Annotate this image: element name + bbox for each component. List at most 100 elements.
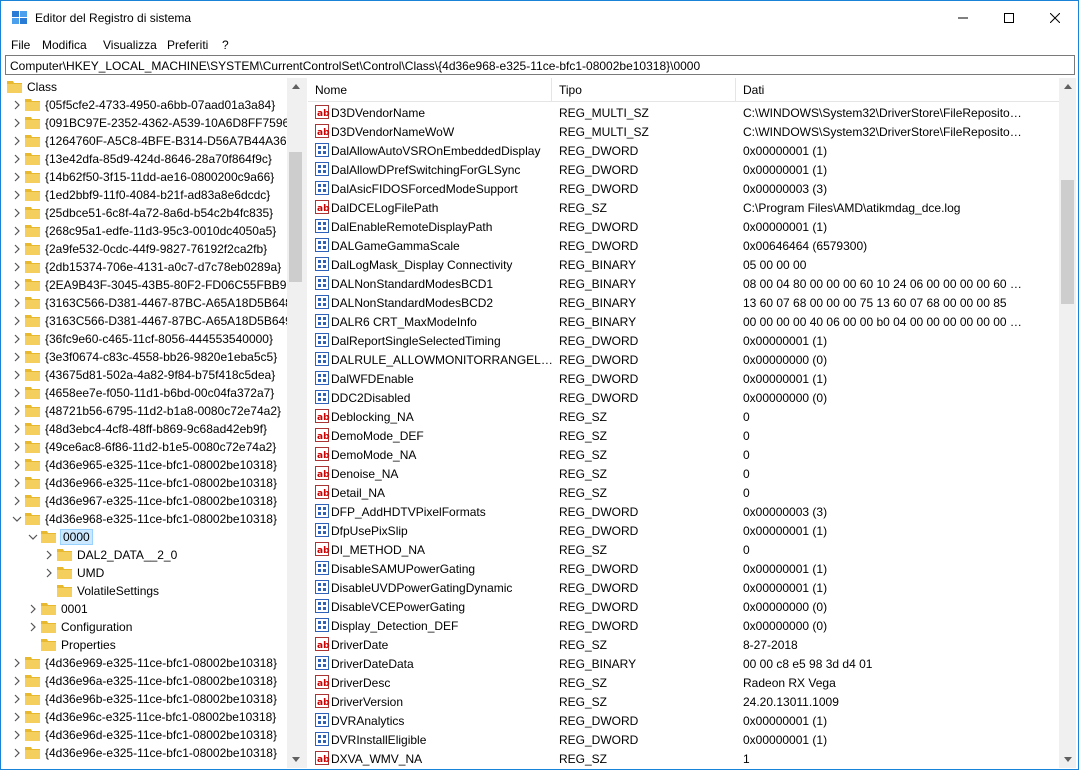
chevron-right-icon[interactable] bbox=[11, 476, 23, 490]
value-row[interactable]: ab Deblocking_NA REG_SZ 0 bbox=[308, 407, 1059, 426]
tree-item[interactable]: VolatileSettings bbox=[5, 582, 287, 600]
values-list-pane[interactable]: Nome Tipo Dati ab D3DVendorName REG_MULTI_… bbox=[308, 78, 1076, 768]
tree-item[interactable]: {13e42dfa-85d9-424d-8646-28a70f864f9c} bbox=[5, 150, 287, 168]
tree-item[interactable]: {48d3ebc4-4cf8-48ff-b869-9c68ad42eb9f} bbox=[5, 420, 287, 438]
menu-edit[interactable]: Modifica bbox=[42, 38, 87, 52]
tree-item[interactable]: {4d36e967-e325-11ce-bfc1-08002be10318} bbox=[5, 492, 287, 510]
tree-item[interactable]: Configuration bbox=[5, 618, 287, 636]
tree-item[interactable]: {43675d81-502a-4a82-9f84-b75f418c5dea} bbox=[5, 366, 287, 384]
tree-item[interactable]: {4d36e965-e325-11ce-bfc1-08002be10318} bbox=[5, 456, 287, 474]
chevron-right-icon[interactable] bbox=[27, 602, 39, 616]
chevron-down-icon[interactable] bbox=[27, 530, 39, 544]
chevron-right-icon[interactable] bbox=[11, 656, 23, 670]
minimize-button[interactable] bbox=[940, 1, 986, 35]
tree-item[interactable]: Class bbox=[5, 78, 287, 96]
scroll-down-arrow-icon[interactable] bbox=[1059, 751, 1076, 768]
value-row[interactable]: DALR6 CRT_MaxModeInfo REG_BINARY 00 00 00 … bbox=[308, 312, 1059, 331]
value-row[interactable]: DVRAnalytics REG_DWORD 0x00000001 (1) bbox=[308, 711, 1059, 730]
value-row[interactable]: DALNonStandardModesBCD1 REG_BINARY 08 00 0… bbox=[308, 274, 1059, 293]
scroll-up-arrow-icon[interactable] bbox=[1059, 78, 1076, 95]
chevron-right-icon[interactable] bbox=[11, 368, 23, 382]
value-row[interactable]: DalLogMask_Display Connectivity REG_BINAR… bbox=[308, 255, 1059, 274]
chevron-right-icon[interactable] bbox=[27, 620, 39, 634]
close-button[interactable] bbox=[1032, 1, 1078, 35]
title-bar[interactable]: Editor del Registro di sistema bbox=[1, 1, 1078, 35]
value-row[interactable]: DALGameGammaScale REG_DWORD 0x00646464 (65… bbox=[308, 236, 1059, 255]
value-row[interactable]: DisableUVDPowerGatingDynamic REG_DWORD 0x0… bbox=[308, 578, 1059, 597]
tree-item[interactable]: {4d36e96d-e325-11ce-bfc1-08002be10318} bbox=[5, 726, 287, 744]
chevron-right-icon[interactable] bbox=[11, 674, 23, 688]
tree-item[interactable]: Properties bbox=[5, 636, 287, 654]
value-row[interactable]: DFP_AddHDTVPixelFormats REG_DWORD 0x000000… bbox=[308, 502, 1059, 521]
chevron-right-icon[interactable] bbox=[11, 116, 23, 130]
tree-item[interactable]: {4d36e96c-e325-11ce-bfc1-08002be10318} bbox=[5, 708, 287, 726]
chevron-right-icon[interactable] bbox=[11, 242, 23, 256]
tree-item[interactable]: 0001 bbox=[5, 600, 287, 618]
value-row[interactable]: DisableVCEPowerGating REG_DWORD 0x00000000… bbox=[308, 597, 1059, 616]
tree-item[interactable]: {48721b56-6795-11d2-b1a8-0080c72e74a2} bbox=[5, 402, 287, 420]
value-row[interactable]: ab D3DVendorNameWoW REG_MULTI_SZ C:\WINDOWS… bbox=[308, 122, 1059, 141]
chevron-right-icon[interactable] bbox=[11, 332, 23, 346]
tree-item[interactable]: {1264760F-A5C8-4BFE-B314-D56A7B44A362} bbox=[5, 132, 297, 150]
value-row[interactable]: DisableSAMUPowerGating REG_DWORD 0x0000000… bbox=[308, 559, 1059, 578]
tree-item[interactable]: {3163C566-D381-4467-87BC-A65A18D5B649} bbox=[5, 312, 296, 330]
tree-item[interactable]: {4d36e96b-e325-11ce-bfc1-08002be10318} bbox=[5, 690, 287, 708]
tree-item[interactable]: {1ed2bbf9-11f0-4084-b21f-ad83a8e6dcdc} bbox=[5, 186, 287, 204]
menu-file[interactable]: File bbox=[11, 38, 30, 52]
tree-item[interactable]: {2EA9B43F-3045-43B5-80F2-FD06C55FBB90} bbox=[5, 276, 297, 294]
value-row[interactable]: DALNonStandardModesBCD2 REG_BINARY 13 60 0… bbox=[308, 293, 1059, 312]
tree-item[interactable]: {268c95a1-edfe-11d3-95c3-0010dc4050a5} bbox=[5, 222, 287, 240]
value-row[interactable]: ab DriverDesc REG_SZ Radeon RX Vega bbox=[308, 673, 1059, 692]
tree-item[interactable]: {3163C566-D381-4467-87BC-A65A18D5B648} bbox=[5, 294, 296, 312]
tree-item[interactable]: {49ce6ac8-6f86-11d2-b1e5-0080c72e74a2} bbox=[5, 438, 287, 456]
chevron-right-icon[interactable] bbox=[11, 746, 23, 760]
value-row[interactable]: DalAsicFIDOSForcedModeSupport REG_DWORD 0x… bbox=[308, 179, 1059, 198]
menu-view[interactable]: Visualizza bbox=[103, 38, 157, 52]
tree-item[interactable]: DAL2_DATA__2_0 bbox=[5, 546, 287, 564]
column-header-data[interactable]: Dati bbox=[736, 78, 1059, 102]
scroll-up-arrow-icon[interactable] bbox=[287, 78, 303, 95]
tree-scrollbar[interactable] bbox=[287, 78, 303, 768]
chevron-right-icon[interactable] bbox=[11, 260, 23, 274]
tree-item[interactable]: {4d36e966-e325-11ce-bfc1-08002be10318} bbox=[5, 474, 287, 492]
value-row[interactable]: ab DI_METHOD_NA REG_SZ 0 bbox=[308, 540, 1059, 559]
chevron-right-icon[interactable] bbox=[11, 206, 23, 220]
chevron-right-icon[interactable] bbox=[11, 224, 23, 238]
chevron-right-icon[interactable] bbox=[11, 170, 23, 184]
chevron-right-icon[interactable] bbox=[11, 422, 23, 436]
value-row[interactable]: DalAllowDPrefSwitchingForGLSync REG_DWORD… bbox=[308, 160, 1059, 179]
tree-item[interactable]: {3e3f0674-c83c-4558-bb26-9820e1eba5c5} bbox=[5, 348, 287, 366]
maximize-button[interactable] bbox=[986, 1, 1032, 35]
tree-item[interactable]: {4d36e969-e325-11ce-bfc1-08002be10318} bbox=[5, 654, 287, 672]
chevron-right-icon[interactable] bbox=[11, 296, 23, 310]
value-row[interactable]: DalAllowAutoVSROnEmbeddedDisplay REG_DWOR… bbox=[308, 141, 1059, 160]
value-row[interactable]: ab DemoMode_NA REG_SZ 0 bbox=[308, 445, 1059, 464]
chevron-right-icon[interactable] bbox=[11, 728, 23, 742]
chevron-right-icon[interactable] bbox=[11, 494, 23, 508]
chevron-right-icon[interactable] bbox=[11, 350, 23, 364]
tree-item[interactable]: UMD bbox=[5, 564, 287, 582]
chevron-right-icon[interactable] bbox=[11, 404, 23, 418]
tree-item[interactable]: {4d36e96e-e325-11ce-bfc1-08002be10318} bbox=[5, 744, 287, 762]
value-row[interactable]: ab Denoise_NA REG_SZ 0 bbox=[308, 464, 1059, 483]
address-bar[interactable]: Computer\HKEY_LOCAL_MACHINE\SYSTEM\Curre… bbox=[5, 55, 1075, 75]
tree-item[interactable]: {05f5cfe2-4733-4950-a6bb-07aad01a3a84} bbox=[5, 96, 287, 114]
value-row[interactable]: ab DriverVersion REG_SZ 24.20.13011.1009 bbox=[308, 692, 1059, 711]
value-row[interactable]: DDC2Disabled REG_DWORD 0x00000000 (0) bbox=[308, 388, 1059, 407]
list-scrollbar[interactable] bbox=[1059, 78, 1076, 768]
tree-item[interactable]: {4658ee7e-f050-11d1-b6bd-00c04fa372a7} bbox=[5, 384, 287, 402]
key-tree-pane[interactable]: Class {05f5cfe2-4733-4950-a6bb-07aad01a3a… bbox=[5, 78, 303, 768]
chevron-right-icon[interactable] bbox=[11, 440, 23, 454]
chevron-right-icon[interactable] bbox=[11, 692, 23, 706]
menu-help[interactable]: ? bbox=[222, 38, 229, 52]
chevron-right-icon[interactable] bbox=[11, 314, 23, 328]
scroll-down-arrow-icon[interactable] bbox=[287, 751, 303, 768]
chevron-right-icon[interactable] bbox=[11, 188, 23, 202]
tree-scrollbar-thumb[interactable] bbox=[289, 152, 302, 282]
value-row[interactable]: Display_Detection_DEF REG_DWORD 0x00000000… bbox=[308, 616, 1059, 635]
list-scrollbar-thumb[interactable] bbox=[1061, 180, 1074, 304]
tree-item[interactable]: {4d36e968-e325-11ce-bfc1-08002be10318} bbox=[5, 510, 287, 528]
chevron-right-icon[interactable] bbox=[11, 458, 23, 472]
chevron-right-icon[interactable] bbox=[11, 386, 23, 400]
tree-item[interactable]: {36fc9e60-c465-11cf-8056-444553540000} bbox=[5, 330, 287, 348]
